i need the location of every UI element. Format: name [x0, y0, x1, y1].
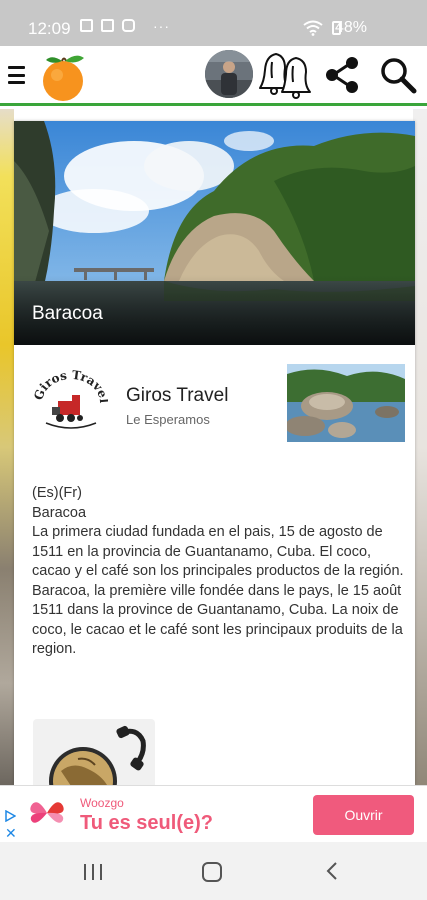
menu-icon[interactable]: [8, 66, 25, 84]
hero-title: Baracoa: [32, 303, 103, 324]
share-icon[interactable]: [322, 55, 362, 95]
giros-travel-logo: Giros Travel: [34, 369, 108, 429]
description-lang-tag: (Es)(Fr): [32, 485, 82, 501]
instagram-icon: [122, 19, 135, 32]
ad-headline[interactable]: Tu es seul(e)?: [80, 812, 213, 835]
orange-logo-icon[interactable]: [38, 52, 88, 102]
hero-image[interactable]: Baracoa: [14, 121, 415, 345]
svg-text:Giros Travel: Giros Travel: [34, 369, 108, 404]
ad-banner[interactable]: ✕ Woozgo Tu es seul(e)? Ouvrir: [0, 785, 427, 842]
user-avatar[interactable]: [205, 50, 253, 98]
ad-open-button[interactable]: Ouvrir: [313, 795, 414, 835]
description-heading: Baracoa: [32, 504, 87, 521]
business-row[interactable]: Giros Travel Giros Travel Le Esperamos: [14, 361, 415, 451]
phone-globe-thumbnail[interactable]: [33, 719, 155, 785]
image-icon: [80, 19, 93, 32]
mail-icon: [101, 19, 114, 32]
background-image-right: [413, 109, 427, 785]
business-photo[interactable]: [287, 364, 405, 442]
woozgo-logo-icon: [30, 802, 64, 823]
battery-icon: [332, 21, 341, 35]
back-icon[interactable]: [323, 861, 343, 881]
description-spanish: La primera ciudad fundada en el pais, 15…: [32, 524, 404, 579]
search-icon[interactable]: [378, 55, 418, 95]
description: (Es)(Fr) Baracoa La primera ciudad funda…: [32, 484, 407, 660]
recent-apps-icon[interactable]: [84, 864, 102, 880]
business-name: Giros Travel: [126, 385, 229, 406]
business-tagline: Le Esperamos: [126, 412, 210, 427]
system-nav-bar: [0, 842, 427, 900]
bells-icon[interactable]: [258, 48, 314, 102]
background-image-left: [0, 109, 14, 785]
status-time: 12:09: [28, 19, 71, 38]
more-notifications-icon: ···: [153, 17, 170, 34]
wifi-icon: [303, 20, 323, 36]
home-icon[interactable]: [202, 862, 222, 882]
ad-close-icon[interactable]: ✕: [5, 826, 17, 840]
place-card[interactable]: Baracoa Giros Travel Giros Travel Le Esp…: [14, 121, 415, 785]
app-header: [0, 46, 427, 106]
notification-icons: ···: [80, 17, 170, 34]
ad-info-icon[interactable]: [4, 810, 16, 822]
status-bar: 12:09 ··· 48%: [0, 0, 427, 46]
ad-brand: Woozgo: [80, 796, 124, 810]
description-french: Baracoa, la première ville fondée dans l…: [32, 582, 403, 658]
